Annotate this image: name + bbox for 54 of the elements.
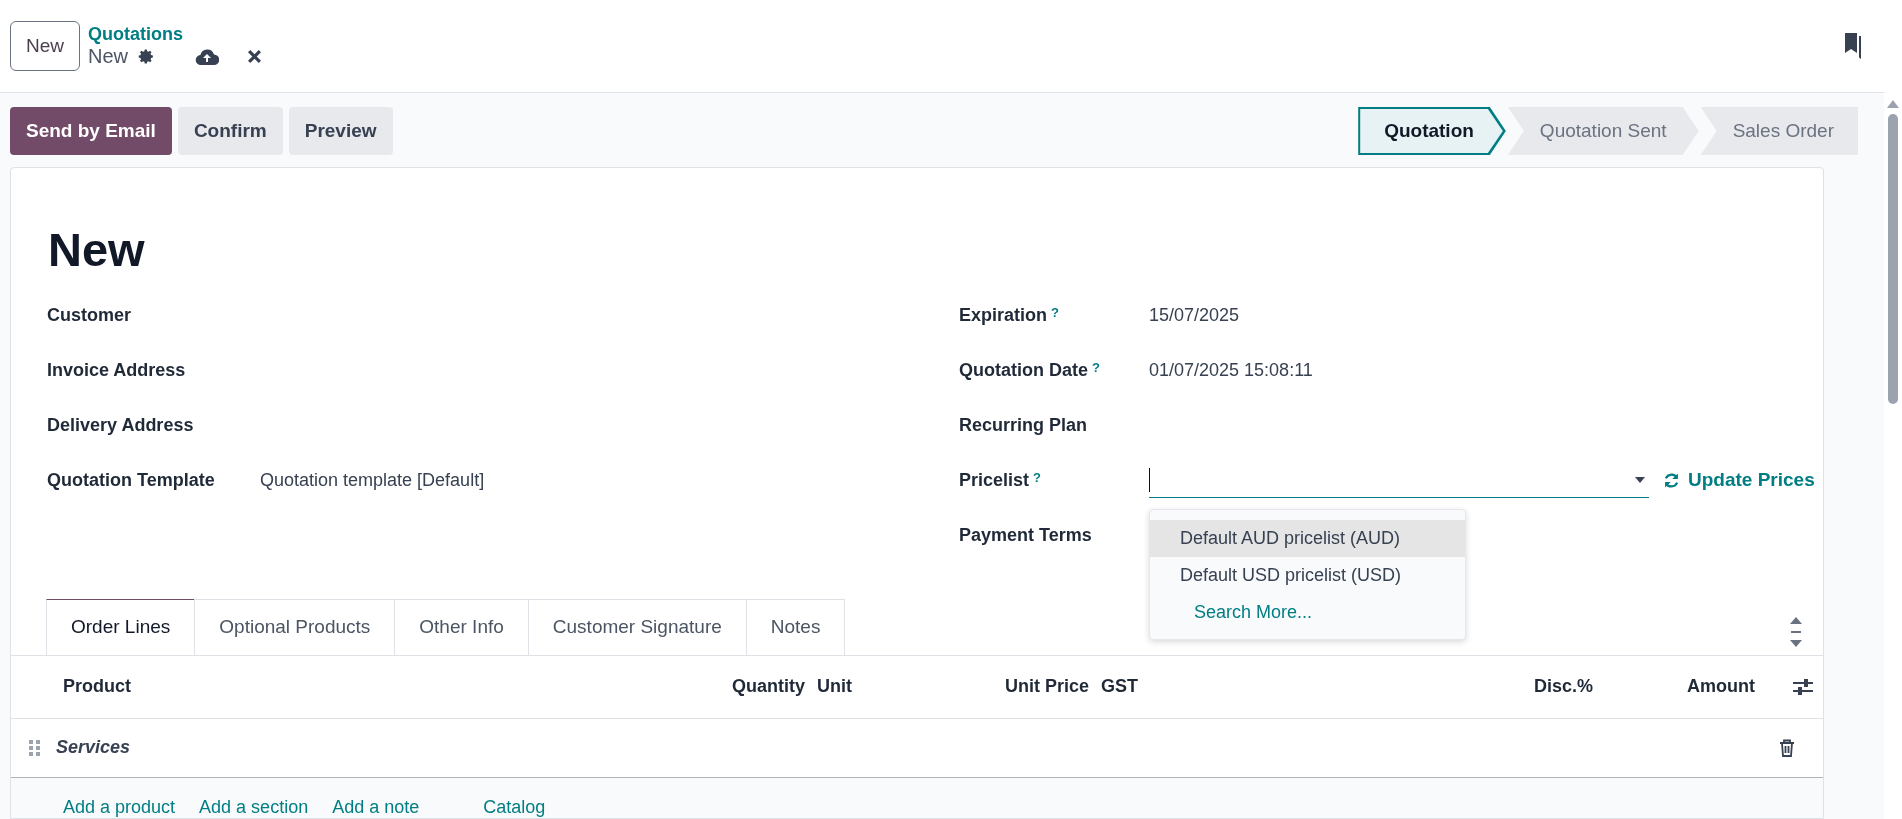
record-title: New xyxy=(48,224,146,276)
new-button[interactable]: New xyxy=(10,21,80,71)
bookmark-icon[interactable] xyxy=(1842,33,1862,59)
secondary-button[interactable]: Confirm xyxy=(177,107,283,155)
settings-icon[interactable] xyxy=(138,48,156,65)
column-header[interactable]: Quantity xyxy=(675,676,805,698)
status-step[interactable]: Quotation Sent xyxy=(1507,107,1699,155)
scrollbar[interactable] xyxy=(1884,0,1902,819)
tab[interactable]: Notes xyxy=(745,598,846,655)
help-tooltip[interactable]: ? xyxy=(1092,359,1100,375)
field-label: Customer xyxy=(47,304,132,326)
add-line-link[interactable]: Catalog xyxy=(483,797,546,818)
field-label: Quotation Date xyxy=(959,359,1088,381)
update-prices-button[interactable]: Update Prices xyxy=(1663,469,1815,492)
section-name: Services xyxy=(56,737,131,759)
search-more-link[interactable]: Search More... xyxy=(1150,593,1465,631)
scrollbar-thumb[interactable] xyxy=(1888,114,1898,404)
column-header[interactable]: Unit Price xyxy=(963,676,1089,698)
add-line-link[interactable]: Add a product xyxy=(63,797,176,818)
status-step[interactable]: Sales Order xyxy=(1700,107,1858,155)
breadcrumb-link[interactable]: Quotations xyxy=(88,24,263,45)
field-label: Payment Terms xyxy=(959,524,1092,546)
dropdown-option[interactable]: Default USD pricelist (USD) xyxy=(1150,556,1465,594)
field-label: Delivery Address xyxy=(47,414,195,436)
column-header[interactable]: GST xyxy=(1101,676,1421,698)
add-line-link[interactable]: Add a note xyxy=(332,797,420,818)
field-label: Recurring Plan xyxy=(959,414,1088,436)
primary-button[interactable]: Send by Email xyxy=(10,107,172,155)
field-value[interactable]: 01/07/2025 15:08:11 xyxy=(1149,359,1313,381)
add-line-link[interactable]: Add a section xyxy=(199,797,309,818)
refresh-icon xyxy=(1663,471,1680,489)
column-header[interactable]: Unit xyxy=(817,676,951,698)
caret-icon[interactable] xyxy=(1635,476,1645,483)
column-header[interactable]: Amount xyxy=(1605,676,1755,698)
secondary-button[interactable]: Preview xyxy=(288,107,393,155)
field-value[interactable]: Quotation template [Default] xyxy=(260,469,485,491)
dropdown-option[interactable]: Default AUD pricelist (AUD) xyxy=(1150,519,1465,557)
tab[interactable]: Order Lines xyxy=(46,598,196,655)
field-value[interactable]: 15/07/2025 xyxy=(1149,304,1240,326)
field-label: Expiration xyxy=(959,304,1047,326)
close-icon[interactable] xyxy=(247,49,263,64)
field-label: Invoice Address xyxy=(47,359,187,381)
status-step[interactable]: Quotation xyxy=(1358,107,1506,155)
column-header[interactable]: Disc.% xyxy=(1433,676,1593,698)
trash-icon[interactable] xyxy=(1779,738,1795,757)
field-label: Pricelist xyxy=(959,469,1030,491)
field-label: Quotation Template xyxy=(47,469,216,491)
sliders-icon[interactable] xyxy=(1793,677,1813,696)
record-name: New xyxy=(88,45,129,68)
column-header[interactable]: Product xyxy=(63,676,663,698)
drag-handle-icon[interactable] xyxy=(29,739,40,756)
save-icon[interactable] xyxy=(195,47,220,66)
help-tooltip[interactable]: ? xyxy=(1033,469,1041,485)
help-tooltip[interactable]: ? xyxy=(1051,304,1059,320)
